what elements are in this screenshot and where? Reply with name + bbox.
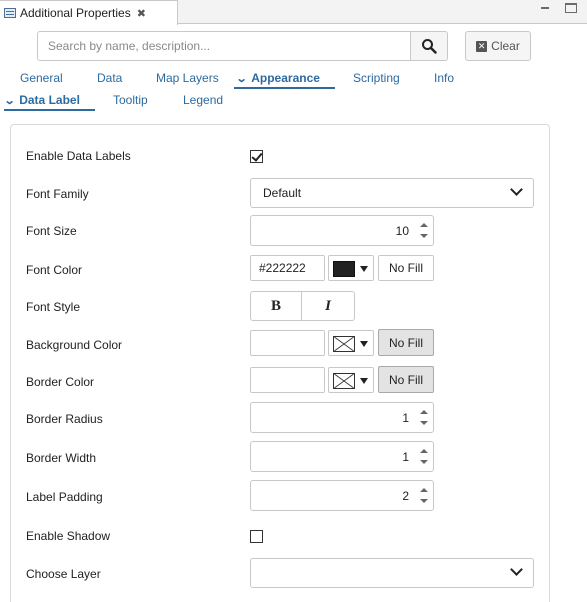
font-color-no-fill-button[interactable]: No Fill	[378, 255, 434, 281]
increment-icon[interactable]	[420, 410, 428, 414]
enable-shadow-label: Enable Shadow	[26, 529, 111, 543]
search-button[interactable]	[410, 31, 448, 61]
caret-down-icon	[360, 341, 368, 347]
label-padding-label: Label Padding	[26, 490, 103, 504]
window-controls	[539, 3, 577, 13]
tab-info[interactable]: Info	[434, 71, 454, 85]
search-input[interactable]	[37, 31, 411, 61]
font-family-select[interactable]: Default	[250, 178, 534, 208]
font-color-label: Font Color	[26, 263, 83, 277]
tab-data[interactable]: Data	[97, 71, 122, 85]
spinner-arrows	[415, 403, 433, 432]
border-radius-spinner[interactable]: 1	[250, 402, 434, 433]
minimize-icon[interactable]	[539, 3, 551, 13]
decrement-icon[interactable]	[420, 460, 428, 464]
color-swatch	[333, 261, 355, 277]
background-color-picker[interactable]	[328, 330, 374, 356]
spinner-arrows	[415, 481, 433, 510]
subtab-legend[interactable]: Legend	[183, 93, 223, 107]
active-tab-indicator	[234, 87, 335, 89]
font-size-label: Font Size	[26, 224, 77, 238]
tab-scripting[interactable]: Scripting	[353, 71, 400, 85]
chevron-down-icon: ⌄	[3, 95, 16, 107]
increment-icon[interactable]	[420, 223, 428, 227]
font-color-picker[interactable]	[328, 255, 374, 281]
no-color-icon	[333, 336, 355, 352]
font-family-value: Default	[263, 186, 302, 200]
spinner-arrows	[415, 442, 433, 471]
view-tab-additional-properties[interactable]: Additional Properties ✖	[0, 0, 178, 25]
subtab-data-label[interactable]: ⌄ Data Label	[3, 93, 80, 107]
background-color-input[interactable]	[250, 330, 325, 356]
label-padding-spinner[interactable]: 2	[250, 480, 434, 511]
tab-appearance-label: Appearance	[251, 71, 320, 85]
font-style-label: Font Style	[26, 300, 81, 314]
border-radius-value: 1	[402, 411, 409, 425]
border-width-value: 1	[402, 450, 409, 464]
decrement-icon[interactable]	[420, 234, 428, 238]
properties-icon	[4, 8, 16, 18]
spinner-arrows	[415, 216, 433, 245]
caret-down-icon	[360, 378, 368, 384]
active-subtab-indicator	[4, 109, 95, 111]
tab-general[interactable]: General	[20, 71, 63, 85]
tab-appearance[interactable]: ⌄ Appearance	[235, 71, 320, 85]
caret-down-icon	[360, 266, 368, 272]
subtab-tooltip[interactable]: Tooltip	[113, 93, 148, 107]
close-icon[interactable]: ✖	[137, 7, 146, 20]
increment-icon[interactable]	[420, 488, 428, 492]
border-color-input[interactable]	[250, 367, 325, 393]
border-color-picker[interactable]	[328, 367, 374, 393]
decrement-icon[interactable]	[420, 421, 428, 425]
border-width-label: Border Width	[26, 451, 97, 465]
chevron-down-icon	[510, 183, 523, 196]
border-color-no-fill-button[interactable]: No Fill	[378, 366, 434, 393]
background-color-label: Background Color	[26, 338, 123, 352]
subtab-data-label-text: Data Label	[19, 93, 80, 107]
italic-button[interactable]: I	[302, 291, 355, 321]
font-color-input[interactable]: #222222	[250, 255, 325, 281]
maximize-icon[interactable]	[565, 3, 577, 13]
view-title: Additional Properties	[20, 6, 131, 20]
font-size-spinner[interactable]: 10	[250, 215, 434, 246]
search-icon	[422, 39, 437, 54]
choose-layer-select[interactable]	[250, 558, 534, 588]
choose-layer-label: Choose Layer	[26, 567, 101, 581]
decrement-icon[interactable]	[420, 499, 428, 503]
font-size-value: 10	[395, 224, 409, 238]
label-padding-value: 2	[402, 489, 409, 503]
bold-button[interactable]: B	[250, 291, 302, 321]
chevron-down-icon	[510, 563, 523, 576]
font-color-value: #222222	[259, 261, 306, 275]
background-color-no-fill-button[interactable]: No Fill	[378, 329, 434, 356]
chevron-down-icon: ⌄	[235, 73, 248, 85]
font-family-label: Font Family	[26, 187, 89, 201]
no-color-icon	[333, 373, 355, 389]
enable-data-labels-checkbox[interactable]	[250, 150, 263, 163]
border-radius-label: Border Radius	[26, 412, 103, 426]
enable-data-labels-label: Enable Data Labels	[26, 149, 131, 163]
clear-label: Clear	[491, 39, 520, 53]
enable-shadow-checkbox[interactable]	[250, 530, 263, 543]
increment-icon[interactable]	[420, 449, 428, 453]
border-color-label: Border Color	[26, 375, 95, 389]
border-width-spinner[interactable]: 1	[250, 441, 434, 472]
clear-button[interactable]: ✕ Clear	[465, 31, 531, 61]
tab-map-layers[interactable]: Map Layers	[156, 71, 219, 85]
clear-icon: ✕	[476, 40, 488, 52]
